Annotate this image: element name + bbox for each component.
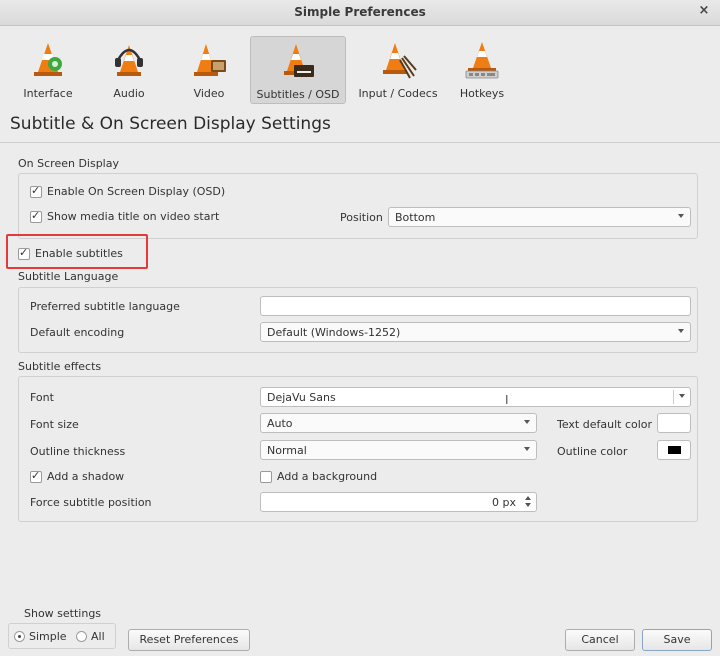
enable-subtitles-label: Enable subtitles — [35, 247, 123, 260]
save-button[interactable]: Save — [642, 629, 712, 651]
category-toolbar: Interface Audio Video Subtitles / OSD In… — [12, 36, 532, 104]
add-shadow-label: Add a shadow — [47, 470, 125, 483]
tab-audio-label: Audio — [113, 87, 145, 100]
font-label: Font — [30, 391, 54, 404]
tab-input-codecs[interactable]: Input / Codecs — [352, 36, 444, 104]
default-encoding-select[interactable]: Default (Windows-1252) — [260, 322, 691, 342]
font-size-value: Auto — [267, 417, 293, 430]
font-value: DejaVu Sans — [267, 391, 336, 404]
force-position-spinbox[interactable]: 0 px — [260, 492, 537, 512]
chevron-down-icon — [678, 329, 684, 333]
position-select[interactable]: Bottom — [388, 207, 691, 227]
outline-color-swatch — [668, 446, 681, 454]
tab-interface[interactable]: Interface — [12, 36, 84, 104]
reset-preferences-button[interactable]: Reset Preferences — [128, 629, 250, 651]
tab-video[interactable]: Video — [174, 36, 244, 104]
window-title: Simple Preferences — [294, 5, 426, 19]
enable-osd-checkbox[interactable]: Enable On Screen Display (OSD) — [30, 184, 226, 198]
position-label: Position — [340, 211, 383, 224]
chevron-down-icon — [524, 420, 530, 424]
outline-thickness-value: Normal — [267, 444, 307, 457]
simple-radio[interactable]: Simple — [14, 630, 67, 643]
chevron-down-icon — [524, 447, 530, 451]
spin-down-icon[interactable] — [525, 503, 531, 507]
language-section-title: Subtitle Language — [18, 270, 119, 283]
spin-arrows-icon[interactable] — [523, 495, 533, 509]
show-title-box[interactable] — [30, 209, 42, 223]
osd-group — [18, 173, 698, 239]
spin-up-icon[interactable] — [525, 496, 531, 500]
audio-cone-icon — [115, 45, 143, 76]
enable-osd-box[interactable] — [30, 184, 42, 198]
force-position-value: 0 px — [492, 496, 516, 509]
hotkeys-cone-icon — [465, 42, 499, 79]
preferred-language-input[interactable] — [260, 296, 691, 316]
add-shadow-box[interactable] — [30, 469, 42, 483]
outline-thickness-label: Outline thickness — [30, 445, 126, 458]
add-background-box[interactable] — [260, 470, 272, 483]
tab-video-label: Video — [193, 87, 225, 100]
tab-hotkeys[interactable]: Hotkeys — [450, 36, 514, 104]
tab-subtitles-osd-label: Subtitles / OSD — [256, 88, 340, 101]
osd-section-title: On Screen Display — [18, 157, 119, 170]
enable-osd-label: Enable On Screen Display (OSD) — [47, 185, 226, 198]
position-value: Bottom — [395, 211, 436, 224]
show-title-checkbox[interactable]: Show media title on video start — [30, 209, 220, 223]
video-cone-icon — [194, 44, 226, 76]
text-color-label: Text default color — [557, 418, 653, 431]
text-color-swatch — [668, 419, 681, 427]
simple-radio-label: Simple — [29, 630, 67, 643]
chevron-down-icon — [679, 394, 685, 398]
all-radio[interactable]: All — [76, 630, 105, 643]
force-position-label: Force subtitle position — [30, 496, 152, 509]
show-settings-label: Show settings — [24, 607, 102, 620]
outline-color-label: Outline color — [557, 445, 628, 458]
preferred-language-label: Preferred subtitle language — [30, 300, 180, 313]
simple-radio-dot[interactable] — [14, 631, 25, 642]
heading-divider — [0, 142, 720, 143]
enable-subtitles-box[interactable] — [18, 246, 30, 260]
font-size-select[interactable]: Auto — [260, 413, 537, 433]
add-background-checkbox[interactable]: Add a background — [260, 470, 377, 483]
default-encoding-value: Default (Windows-1252) — [267, 326, 401, 339]
tab-input-codecs-label: Input / Codecs — [358, 87, 438, 100]
tab-subtitles-osd[interactable]: Subtitles / OSD — [250, 36, 346, 104]
chevron-down-icon — [678, 214, 684, 218]
outline-thickness-select[interactable]: Normal — [260, 440, 537, 460]
add-shadow-checkbox[interactable]: Add a shadow — [30, 469, 125, 483]
text-cursor-icon: I — [505, 393, 509, 407]
input-codecs-cone-icon — [383, 43, 417, 79]
interface-cone-icon — [34, 43, 62, 76]
cancel-button[interactable]: Cancel — [565, 629, 635, 651]
text-color-button[interactable] — [657, 413, 691, 433]
close-icon[interactable]: × — [696, 3, 712, 19]
default-encoding-label: Default encoding — [30, 326, 125, 339]
tab-hotkeys-label: Hotkeys — [459, 87, 505, 100]
title-bar: Simple Preferences × — [0, 0, 720, 26]
font-select-divider — [673, 390, 674, 404]
outline-color-button[interactable] — [657, 440, 691, 460]
all-radio-label: All — [91, 630, 105, 643]
add-background-label: Add a background — [277, 470, 378, 483]
tab-audio[interactable]: Audio — [94, 36, 164, 104]
tab-interface-label: Interface — [23, 87, 73, 100]
effects-section-title: Subtitle effects — [18, 360, 102, 373]
subtitles-cone-icon — [284, 44, 314, 77]
all-radio-dot[interactable] — [76, 631, 87, 642]
page-title: Subtitle & On Screen Display Settings — [10, 114, 331, 134]
font-size-label: Font size — [30, 418, 79, 431]
show-title-label: Show media title on video start — [47, 210, 220, 223]
font-select[interactable]: DejaVu Sans — [260, 387, 691, 407]
enable-subtitles-checkbox[interactable]: Enable subtitles — [18, 246, 123, 260]
